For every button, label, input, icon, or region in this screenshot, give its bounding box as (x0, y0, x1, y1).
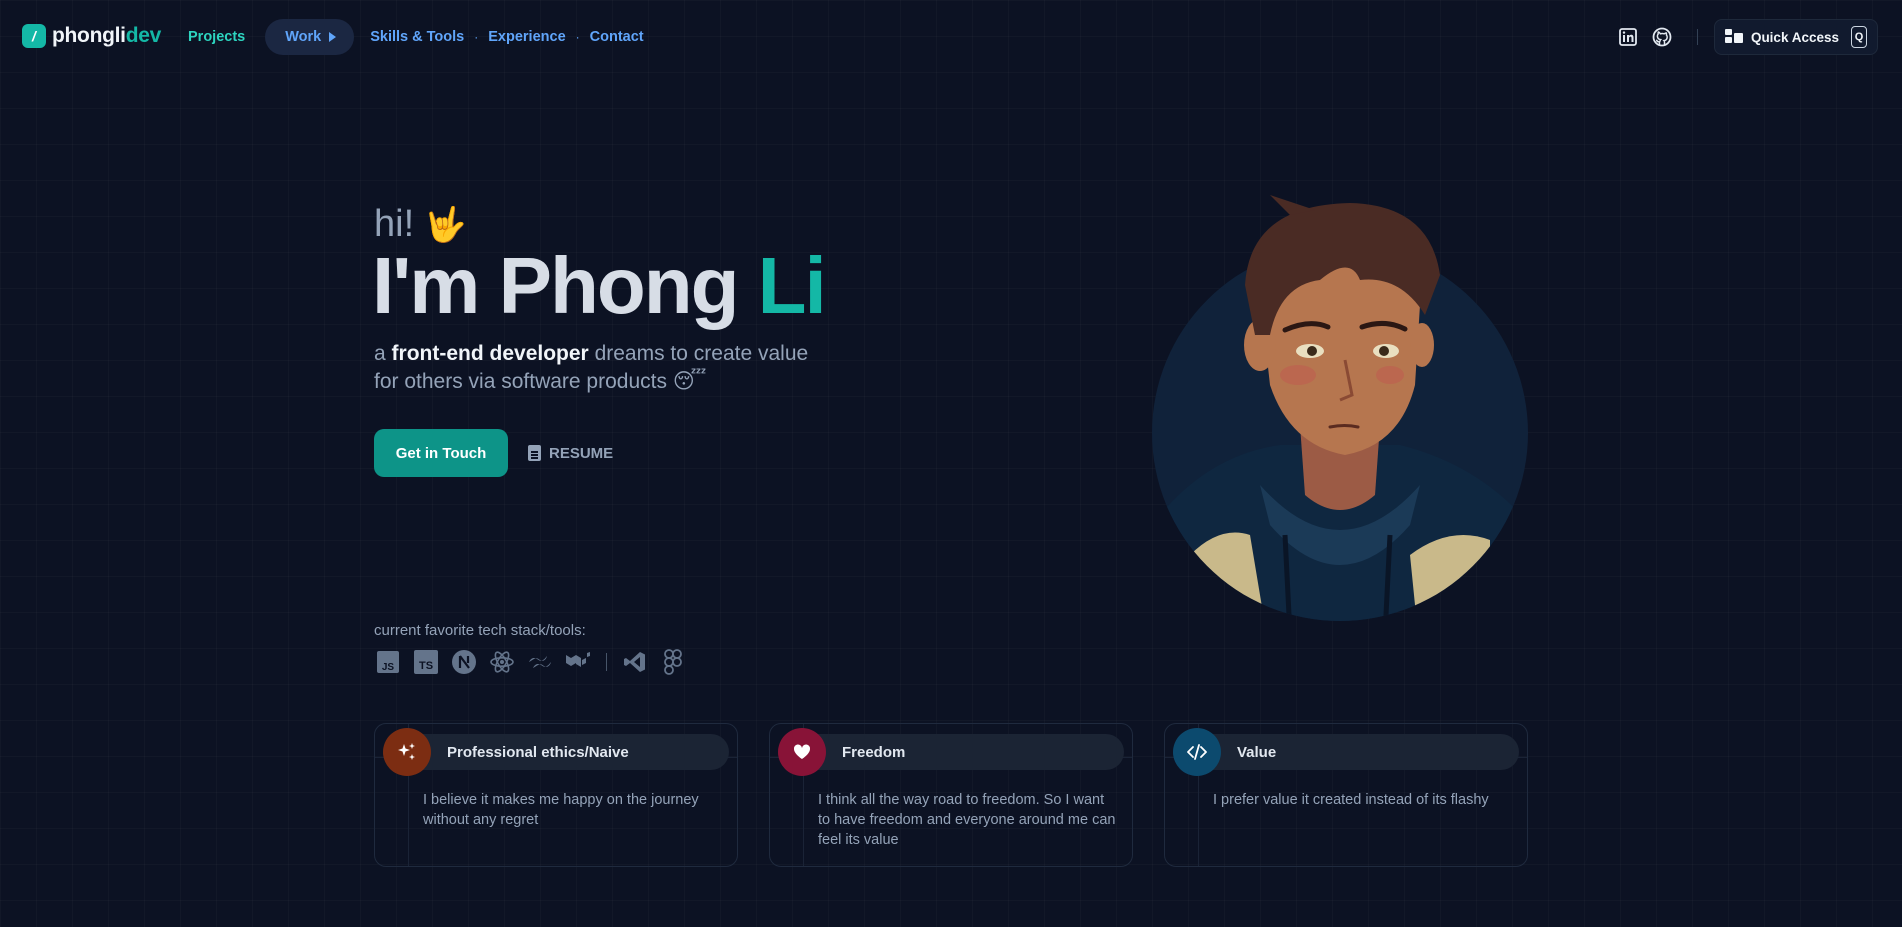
quick-access-label: Quick Access (1750, 29, 1839, 45)
card-title: Value (1237, 743, 1277, 761)
card-header: Value (1173, 728, 1519, 776)
heart-icon (778, 728, 826, 776)
sleeping-emoji: 😴 (672, 370, 707, 393)
value-card-freedom: Freedom I think all the way road to free… (769, 723, 1133, 867)
nextjs-icon[interactable] (450, 648, 478, 676)
mui-icon[interactable] (564, 648, 592, 676)
top-navbar: / phonglidev Projects Work Skills & Tool… (0, 0, 1902, 74)
rock-hand-emoji: 🤟 (424, 205, 467, 244)
logo-badge: / (22, 24, 46, 48)
card-header: Professional ethics/Naive (383, 728, 729, 776)
nav-work-label: Work (285, 29, 322, 45)
title-main: I'm Phong (372, 241, 739, 330)
card-body: I think all the way road to freedom. So … (818, 792, 1116, 848)
card-body: I prefer value it created instead of its… (1213, 792, 1489, 808)
tagline-prefix: a (374, 342, 386, 365)
tailwind-icon[interactable] (526, 648, 554, 676)
stack-label: current favorite tech stack/tools: (374, 622, 586, 639)
value-card-value: Value I prefer value it created instead … (1164, 723, 1528, 867)
quick-access-button[interactable]: Quick Access Q (1713, 19, 1878, 55)
nav-divider (1696, 29, 1698, 45)
stack-separator (606, 653, 607, 671)
tagline-role: front-end developer (391, 342, 589, 365)
play-icon (329, 32, 337, 42)
get-in-touch-button[interactable]: Get in Touch (374, 429, 508, 477)
site-logo[interactable]: / phonglidev (22, 24, 161, 48)
typescript-icon[interactable]: TS (412, 648, 440, 676)
logo-text: phonglidev (52, 24, 162, 47)
nav-actions: Quick Access Q (1605, 19, 1878, 55)
document-icon (528, 445, 541, 461)
nav-work-button[interactable]: Work (265, 19, 355, 55)
resume-link[interactable]: RESUME (528, 440, 613, 466)
hero-tagline: a front-end developer dreams to create v… (374, 340, 834, 396)
nav-link-projects[interactable]: Projects (188, 29, 245, 45)
value-card-ethics: Professional ethics/Naive I believe it m… (374, 723, 738, 867)
hero-title: I'm Phong Li (372, 240, 827, 332)
card-title: Freedom (842, 743, 906, 761)
nav-link-experience[interactable]: Experience (488, 29, 565, 45)
react-icon[interactable] (488, 648, 516, 676)
github-icon[interactable] (1651, 26, 1673, 48)
nav-link-skills[interactable]: Skills & Tools (370, 29, 464, 45)
card-body: I believe it makes me happy on the journ… (423, 792, 699, 828)
svg-text:JS: JS (382, 662, 395, 673)
nav-separator: · (575, 30, 580, 44)
tech-stack-list: JS TS (374, 648, 687, 676)
title-accent: Li (757, 241, 827, 330)
resume-label: RESUME (549, 444, 614, 462)
nav-link-contact[interactable]: Contact (590, 29, 644, 45)
main-nav: Projects Work Skills & Tools · Experienc… (188, 19, 644, 55)
card-title: Professional ethics/Naive (447, 743, 629, 761)
avatar-illustration (1150, 195, 1530, 655)
vscode-icon[interactable] (621, 648, 649, 676)
svg-text:TS: TS (419, 660, 433, 672)
blocks-icon (1724, 28, 1743, 46)
sparkles-icon (383, 728, 431, 776)
figma-icon[interactable] (659, 648, 687, 676)
linkedin-icon[interactable] (1617, 26, 1639, 48)
shortcut-key: Q (1851, 26, 1867, 48)
javascript-icon[interactable]: JS (374, 648, 402, 676)
code-icon (1173, 728, 1221, 776)
card-header: Freedom (778, 728, 1124, 776)
nav-separator: · (474, 30, 479, 44)
